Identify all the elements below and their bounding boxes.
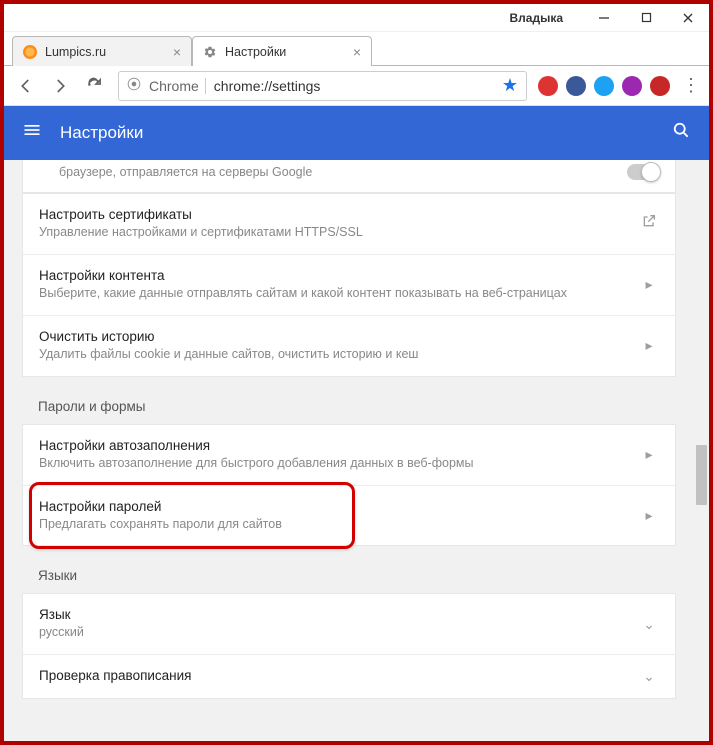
setting-row-subtitle: Включить автозаполнение для быстрого доб… bbox=[39, 455, 619, 472]
hamburger-menu-icon[interactable] bbox=[22, 120, 42, 146]
setting-row-subtitle: Удалить файлы cookie и данные сайтов, оч… bbox=[39, 346, 619, 363]
chrome-icon bbox=[127, 77, 143, 94]
extension-icon[interactable] bbox=[622, 76, 642, 96]
address-bar[interactable]: Chrome chrome://settings ★ bbox=[118, 71, 527, 101]
gear-icon bbox=[203, 45, 217, 59]
setting-row-title: Очистить историю bbox=[39, 329, 619, 344]
setting-row-title: Язык bbox=[39, 607, 619, 622]
browser-tab-settings[interactable]: Настройки × bbox=[192, 36, 372, 66]
setting-row-subtitle: Выберите, какие данные отправлять сайтам… bbox=[39, 285, 619, 302]
tab-label: Настройки bbox=[225, 45, 286, 59]
settings-card-privacy: Настроить сертификаты Управление настрой… bbox=[22, 193, 676, 377]
extension-icon[interactable] bbox=[650, 76, 670, 96]
chevron-right-icon: ▸ bbox=[639, 337, 659, 354]
orange-slice-icon bbox=[23, 45, 37, 59]
chevron-right-icon: ▸ bbox=[639, 276, 659, 293]
section-heading-languages: Языки bbox=[4, 546, 694, 593]
tab-strip: Lumpics.ru × Настройки × bbox=[4, 32, 709, 66]
scrollbar-thumb[interactable] bbox=[696, 445, 707, 505]
settings-content-area: браузере, отправляется на серверы Google… bbox=[4, 160, 709, 741]
browser-toolbar: Chrome chrome://settings ★ ⋮ bbox=[4, 66, 709, 106]
window-minimize-button[interactable] bbox=[583, 4, 625, 32]
close-icon[interactable]: × bbox=[353, 44, 361, 60]
settings-title: Настройки bbox=[60, 123, 671, 143]
row-content-settings[interactable]: Настройки контента Выберите, какие данны… bbox=[23, 254, 675, 315]
url-scheme-label: Chrome bbox=[149, 78, 206, 94]
open-external-icon bbox=[639, 213, 659, 234]
row-password-settings[interactable]: Настройки паролей Предлагать сохранять п… bbox=[23, 485, 675, 546]
row-autofill-settings[interactable]: Настройки автозаполнения Включить автоза… bbox=[23, 425, 675, 485]
close-icon[interactable]: × bbox=[173, 44, 181, 60]
window-titlebar: Владыка bbox=[4, 4, 709, 32]
row-spellcheck[interactable]: Проверка правописания ⌄ bbox=[23, 654, 675, 698]
caret-down-icon: ⌄ bbox=[639, 616, 659, 633]
settings-scroll-content: браузере, отправляется на серверы Google… bbox=[4, 160, 694, 741]
setting-row-subtitle: Управление настройками и сертификатами H… bbox=[39, 224, 619, 241]
url-text: chrome://settings bbox=[214, 78, 494, 94]
browser-menu-button[interactable]: ⋮ bbox=[679, 75, 703, 96]
row-clear-history[interactable]: Очистить историю Удалить файлы cookie и … bbox=[23, 315, 675, 376]
row-configure-certificates[interactable]: Настроить сертификаты Управление настрой… bbox=[23, 194, 675, 254]
setting-row-subtitle: браузере, отправляется на серверы Google bbox=[59, 165, 627, 179]
reload-button[interactable] bbox=[78, 70, 110, 102]
setting-row-title: Настройки автозаполнения bbox=[39, 438, 619, 453]
toggle-switch[interactable] bbox=[627, 164, 659, 180]
back-button[interactable] bbox=[10, 70, 42, 102]
row-language[interactable]: Язык русский ⌄ bbox=[23, 594, 675, 654]
extension-icon[interactable] bbox=[538, 76, 558, 96]
extension-icon[interactable] bbox=[566, 76, 586, 96]
setting-row-title: Настройки контента bbox=[39, 268, 619, 283]
chevron-right-icon: ▸ bbox=[639, 507, 659, 524]
section-heading-passwords: Пароли и формы bbox=[4, 377, 694, 424]
setting-row-title: Настроить сертификаты bbox=[39, 207, 619, 222]
window-close-button[interactable] bbox=[667, 4, 709, 32]
window-maximize-button[interactable] bbox=[625, 4, 667, 32]
setting-row-subtitle: русский bbox=[39, 624, 619, 641]
bookmark-star-icon[interactable]: ★ bbox=[502, 75, 518, 96]
settings-header: Настройки bbox=[4, 106, 709, 160]
search-icon[interactable] bbox=[671, 120, 691, 146]
chevron-right-icon: ▸ bbox=[639, 446, 659, 463]
scrollbar-track[interactable] bbox=[694, 160, 709, 741]
app-window: Владыка Lumpics.ru × Настройки × bbox=[0, 0, 713, 745]
settings-card-passwords: Настройки автозаполнения Включить автоза… bbox=[22, 424, 676, 547]
browser-tab-lumpics[interactable]: Lumpics.ru × bbox=[12, 36, 192, 66]
forward-button[interactable] bbox=[44, 70, 76, 102]
tab-label: Lumpics.ru bbox=[45, 45, 106, 59]
extension-icon[interactable] bbox=[594, 76, 614, 96]
window-user-label[interactable]: Владыка bbox=[509, 11, 563, 25]
settings-card-languages: Язык русский ⌄ Проверка правописания ⌄ bbox=[22, 593, 676, 699]
setting-row-title: Настройки паролей bbox=[39, 499, 619, 514]
setting-row-subtitle: Предлагать сохранять пароли для сайтов bbox=[39, 516, 619, 533]
setting-row-title: Проверка правописания bbox=[39, 668, 619, 683]
caret-down-icon: ⌄ bbox=[639, 668, 659, 685]
